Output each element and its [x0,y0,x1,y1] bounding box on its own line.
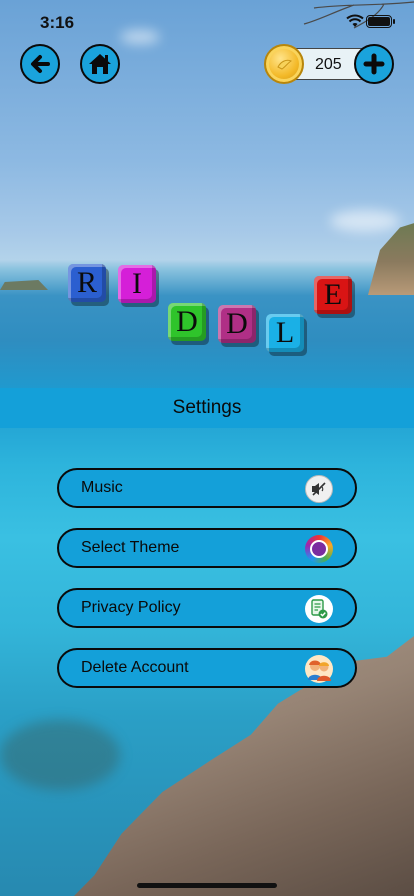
logo-letter-block: D [218,305,256,343]
page-title: Settings [172,397,242,418]
menu-item-label: Select Theme [81,539,180,556]
menu-item-label: Music [81,479,123,496]
wifi-icon [346,14,364,27]
menu-item-label: Delete Account [81,659,189,676]
logo-letter-block: L [266,314,304,352]
coin-icon [264,44,304,84]
theme-palette-icon [305,535,333,563]
settings-header: Settings [0,388,414,428]
cloud [330,210,400,232]
arrow-left-icon [31,55,50,73]
logo-letter-block: D [168,303,206,341]
underwater-rocks [0,720,120,790]
home-button[interactable] [80,44,120,84]
select-theme-button[interactable]: Select Theme [57,528,357,568]
back-button[interactable] [20,44,60,84]
status-time: 3:16 [40,13,75,32]
muted-speaker-icon [305,475,333,503]
add-coins-button[interactable] [354,44,394,84]
privacy-document-icon [305,595,333,623]
menu-item-label: Privacy Policy [81,599,181,616]
delete-account-button[interactable]: Delete Account [57,648,357,688]
account-avatar-icon [305,655,333,683]
plus-icon [363,53,385,75]
home-indicator [137,883,277,888]
coin-count: 205 [315,56,342,73]
status-bar: 3:16 [0,0,414,44]
home-icon [89,54,111,74]
logo-letter-block: R [68,264,106,302]
music-button[interactable]: Music [57,468,357,508]
battery-icon [366,15,395,28]
privacy-policy-button[interactable]: Privacy Policy [57,588,357,628]
logo-letter-block: E [314,276,352,314]
logo-letter-block: I [118,265,156,303]
